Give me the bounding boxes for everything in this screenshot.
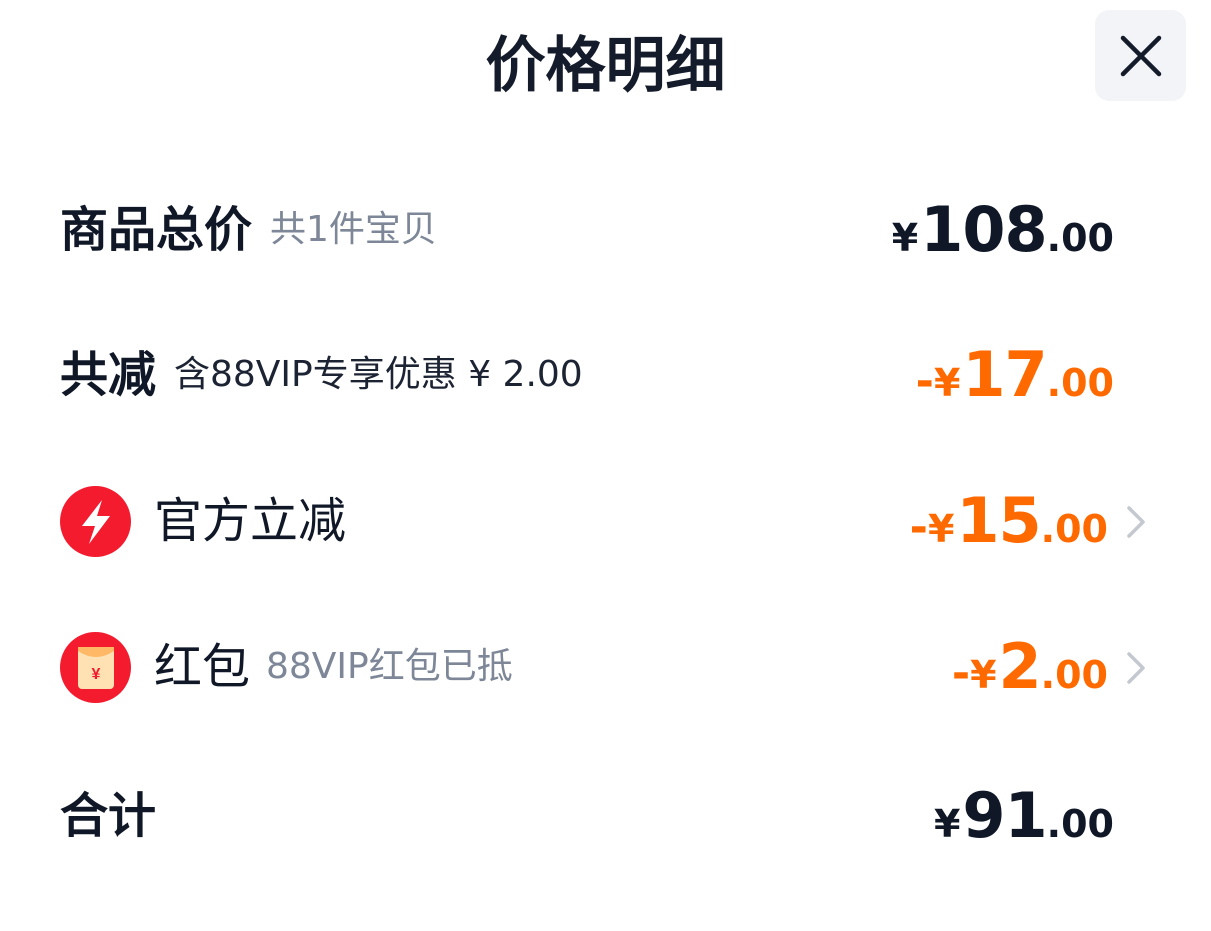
envelope-yen-symbol: ¥ bbox=[91, 666, 100, 683]
red-packet-label: 红包 bbox=[154, 639, 251, 695]
total-discount-yen: ¥ bbox=[933, 361, 961, 405]
grand-total-amount: ¥ 91 .00 bbox=[934, 776, 1114, 856]
red-packet-decimal: .00 bbox=[1040, 653, 1108, 697]
red-packet-note: 88VIP红包已抵 bbox=[266, 646, 513, 687]
goods-total-label: 商品总价 bbox=[60, 202, 253, 258]
row-grand-total: 合计 ¥ 91 .00 bbox=[60, 776, 1211, 856]
row-goods-total: 商品总价 共1件宝贝 ¥ 108 .00 bbox=[60, 190, 1211, 270]
panel-title: 价格明细 bbox=[485, 31, 726, 101]
grand-total-yen: ¥ bbox=[933, 802, 961, 846]
row-red-packet[interactable]: ¥ 红包 88VIP红包已抵 - ¥ 2 .00 bbox=[60, 627, 1211, 707]
grand-total-label: 合计 bbox=[60, 788, 157, 844]
goods-total-decimal: .00 bbox=[1046, 216, 1114, 260]
row-official-discount[interactable]: 官方立减 - ¥ 15 .00 bbox=[60, 481, 1211, 561]
chevron-right-icon[interactable] bbox=[1124, 505, 1148, 539]
red-packet-badge: ¥ bbox=[60, 632, 131, 703]
official-discount-decimal: .00 bbox=[1040, 507, 1108, 551]
goods-total-yen: ¥ bbox=[891, 216, 919, 260]
official-discount-integer: 15 bbox=[956, 484, 1041, 557]
official-discount-yen: ¥ bbox=[927, 507, 955, 551]
total-discount-amount: - ¥ 17 .00 bbox=[916, 335, 1114, 415]
grand-total-decimal: .00 bbox=[1046, 802, 1114, 846]
goods-total-amount: ¥ 108 .00 bbox=[892, 190, 1114, 270]
vip-discount-note: 含88VIP专享优惠 ¥ 2.00 bbox=[174, 354, 583, 395]
lightning-bolt-icon bbox=[81, 499, 110, 544]
grand-total-integer: 91 bbox=[962, 779, 1047, 852]
red-packet-integer: 2 bbox=[998, 630, 1042, 703]
close-button[interactable] bbox=[1095, 10, 1186, 101]
total-discount-decimal: .00 bbox=[1046, 361, 1114, 405]
goods-count-note: 共1件宝贝 bbox=[270, 209, 437, 250]
red-packet-yen: ¥ bbox=[970, 653, 997, 697]
close-icon bbox=[1120, 35, 1161, 76]
total-discount-label: 共减 bbox=[60, 347, 157, 403]
goods-total-integer: 108 bbox=[920, 193, 1047, 266]
official-discount-badge bbox=[60, 486, 131, 557]
chevron-right-icon[interactable] bbox=[1124, 651, 1148, 685]
red-packet-amount: - ¥ 2 .00 bbox=[952, 627, 1108, 707]
red-packet-minus: - bbox=[951, 648, 971, 699]
official-discount-label: 官方立减 bbox=[154, 493, 347, 549]
total-discount-minus: - bbox=[915, 356, 934, 407]
official-discount-amount: - ¥ 15 .00 bbox=[910, 481, 1108, 561]
total-discount-integer: 17 bbox=[962, 338, 1047, 411]
official-discount-minus: - bbox=[909, 502, 928, 553]
row-total-discount: 共减 含88VIP专享优惠 ¥ 2.00 - ¥ 17 .00 bbox=[60, 335, 1211, 415]
red-envelope-icon: ¥ bbox=[77, 646, 114, 689]
